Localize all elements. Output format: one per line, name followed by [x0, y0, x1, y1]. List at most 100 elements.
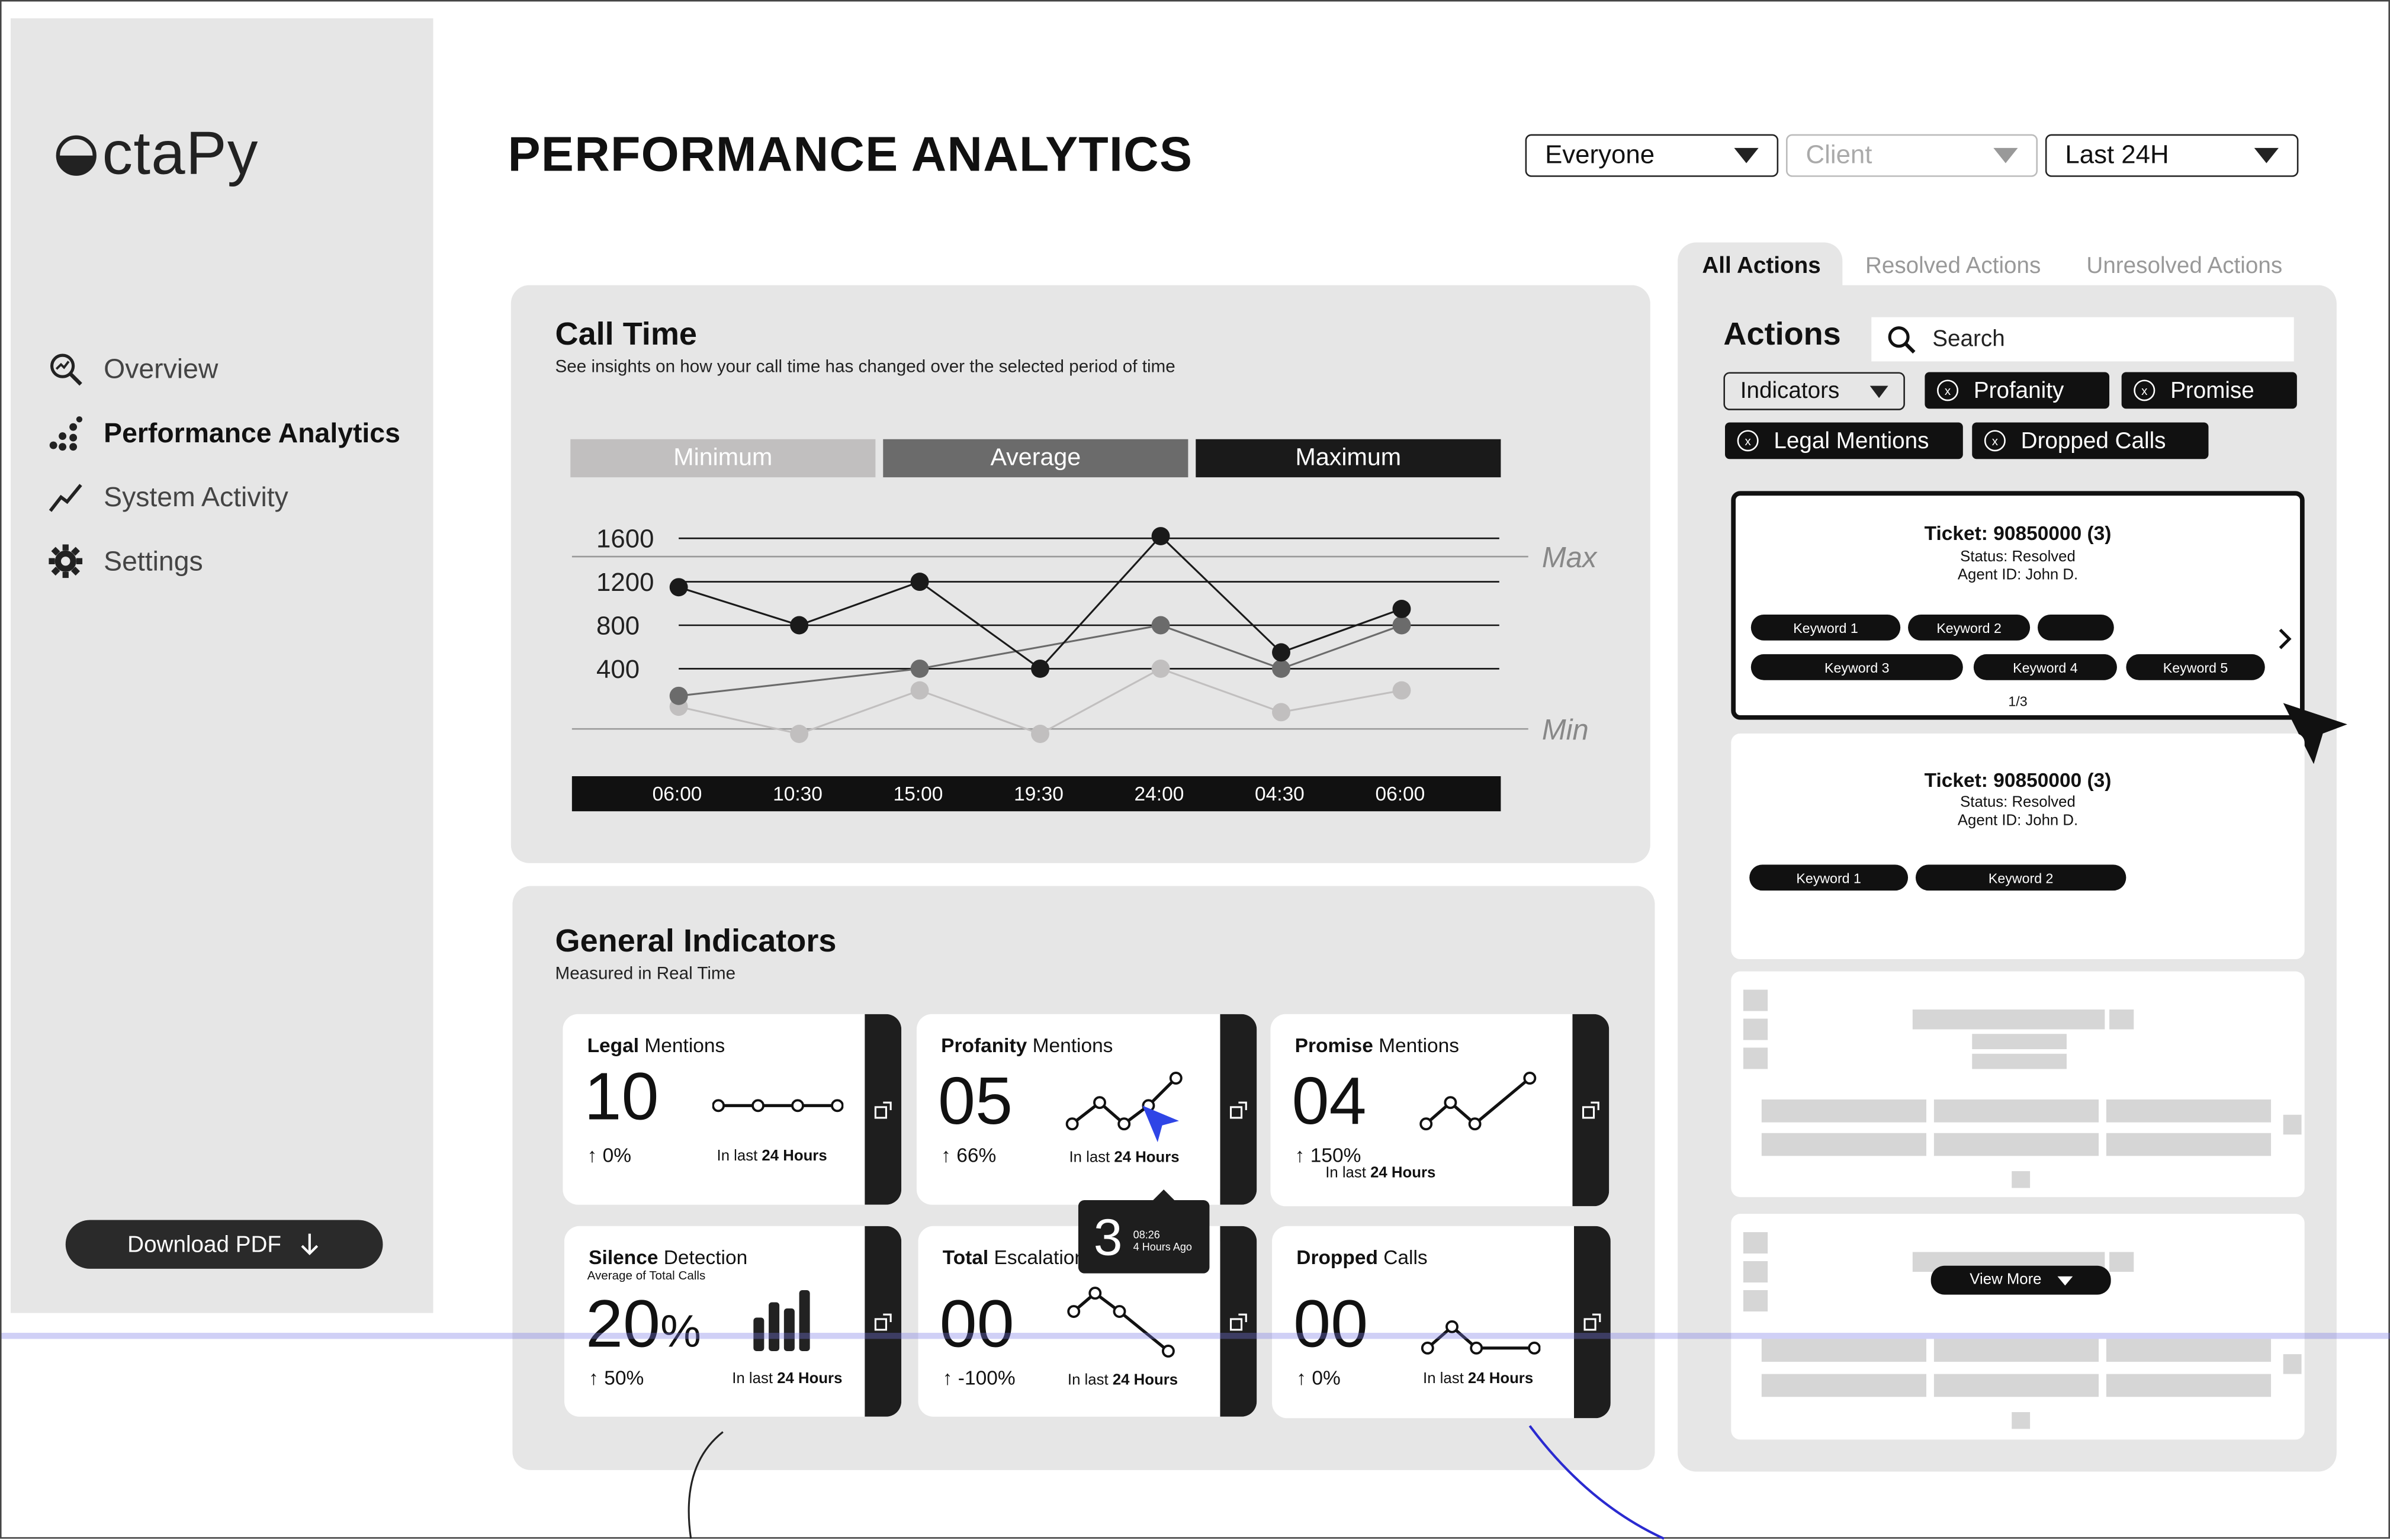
page-title: PERFORMANCE ANALYTICS	[507, 126, 1193, 182]
expand-icon	[1229, 1101, 1247, 1118]
keyword-tag[interactable]: Keyword 2	[1915, 864, 2126, 891]
ticket-status: Status: Resolved	[1960, 794, 2076, 812]
indicator-promise-mentions[interactable]: Promise Mentions 04 ↑ 150% In last 24 Ho…	[1270, 1014, 1610, 1207]
remove-chip-icon[interactable]: x	[1984, 430, 2006, 452]
legend-label: Maximum	[1295, 444, 1402, 471]
indicator-silence-detection[interactable]: Silence Detection Average of Total Calls…	[564, 1226, 902, 1417]
ticket-card[interactable]: Ticket: 90850000 (3) Status: Resolved Ag…	[1731, 491, 2305, 720]
keyword-tag[interactable]: Keyword 2	[1908, 614, 2031, 641]
indicator-change: ↑ 150%	[1294, 1143, 1361, 1167]
card-expand-strip[interactable]	[1574, 1226, 1611, 1419]
card-expand-strip[interactable]	[865, 1226, 902, 1417]
download-pdf-button[interactable]: Download PDF	[65, 1220, 383, 1269]
select-value: Last 24H	[2065, 140, 2169, 169]
data-point	[1272, 659, 1290, 678]
keyword-tag[interactable]: Keyword 5	[2126, 654, 2265, 680]
tab-resolved-actions[interactable]: Resolved Actions	[1865, 253, 2041, 279]
indicators-select[interactable]: Indicators	[1723, 372, 1905, 410]
select-value: Indicators	[1740, 378, 1840, 404]
data-point	[669, 686, 688, 705]
remove-chip-icon[interactable]: x	[1737, 430, 1759, 452]
indicator-legal-mentions[interactable]: Legal Mentions 10 ↑ 0% In last 24 Hours	[563, 1014, 902, 1205]
keyword-tag[interactable]: Keyword 1	[1749, 864, 1909, 891]
sparkline-escalation	[1067, 1287, 1175, 1358]
select-value: Everyone	[1545, 140, 1655, 169]
data-point	[1272, 703, 1290, 722]
brand-logo[interactable]: ctaPy	[53, 120, 259, 189]
indicator-value: 05	[937, 1064, 1013, 1139]
arrow-up-icon: ↑	[1296, 1366, 1307, 1390]
filter-client-select[interactable]: Client	[1786, 134, 2038, 177]
actions-search[interactable]: Search	[1871, 317, 2294, 362]
card-expand-strip[interactable]	[865, 1014, 902, 1205]
actions-title: Actions	[1723, 317, 1841, 352]
nav-item-performance-analytics[interactable]: Performance Analytics	[47, 415, 400, 452]
tab-all-actions[interactable]: All Actions	[1702, 253, 1820, 279]
view-more-label: View More	[1970, 1272, 2042, 1289]
keyword-tag[interactable]: Keyword 4	[1973, 654, 2117, 680]
ticket-status: Status: Resolved	[1960, 549, 2076, 566]
bar-chart-icon	[753, 1290, 810, 1351]
data-point	[1392, 600, 1411, 618]
sparkline-flat	[712, 1099, 844, 1113]
call-time-chart: 1600 1200 800 400 Max Min 06:00 10:30 15:00 19:30…	[571, 525, 1598, 812]
chip-profanity[interactable]: x Profanity	[1925, 372, 2110, 409]
tooltip-arrow	[1151, 1189, 1176, 1202]
arrow-down-icon	[301, 1233, 319, 1256]
indicator-title: Profanity Mentions	[941, 1034, 1113, 1057]
caret-down-icon	[1993, 147, 2018, 163]
keyword-tag[interactable]: Keyword 1	[1750, 614, 1901, 641]
legend-minimum[interactable]: Minimum	[570, 439, 876, 478]
nav-item-settings[interactable]: Settings	[47, 543, 203, 580]
ticket-title: Ticket: 90850000 (3)	[1924, 769, 2112, 792]
chevron-right-icon[interactable]	[2276, 627, 2294, 651]
card-expand-strip[interactable]	[1220, 1226, 1257, 1417]
nav-item-system-activity[interactable]: System Activity	[47, 479, 288, 516]
nav-item-overview[interactable]: Overview	[47, 351, 218, 387]
tab-unresolved-actions[interactable]: Unresolved Actions	[2086, 253, 2282, 279]
guide-line	[1, 1333, 2390, 1339]
data-point	[1031, 725, 1050, 743]
filter-period-select[interactable]: Last 24H	[2045, 134, 2299, 177]
data-point	[1392, 616, 1411, 635]
indicator-profanity-mentions[interactable]: Profanity Mentions 05 ↑ 66% In last 24 H…	[916, 1014, 1257, 1205]
search-placeholder: Search	[1932, 326, 2005, 352]
remove-chip-icon[interactable]: x	[2134, 380, 2156, 401]
ticket-card[interactable]: Ticket: 90850000 (3) Status: Resolved Ag…	[1731, 733, 2305, 960]
x-tick-label: 24:00	[1135, 783, 1184, 805]
keyword-tag[interactable]	[2038, 614, 2114, 641]
search-icon	[1888, 325, 1916, 353]
arrow-up-icon: ↑	[942, 1366, 953, 1390]
ticket-skeleton	[1731, 1214, 2305, 1440]
view-more-button[interactable]: View More	[1930, 1265, 2111, 1295]
indicator-title: Legal Mentions	[587, 1034, 725, 1057]
y-tick-label: 800	[596, 611, 640, 640]
indicator-value: 10	[584, 1060, 659, 1135]
indicator-change: ↑ 50%	[589, 1366, 644, 1390]
keyword-tag[interactable]: Keyword 3	[1750, 654, 1963, 680]
legend-average[interactable]: Average	[883, 439, 1188, 478]
nav-label: Performance Analytics	[104, 417, 400, 448]
indicator-title: Dropped Calls	[1296, 1246, 1428, 1269]
card-expand-strip[interactable]	[1572, 1014, 1610, 1207]
filter-audience-select[interactable]: Everyone	[1525, 134, 1779, 177]
trend-line-icon	[49, 484, 82, 512]
indicator-change: ↑ 66%	[941, 1143, 997, 1167]
legend-maximum[interactable]: Maximum	[1196, 439, 1501, 478]
ticket-title: Ticket: 90850000 (3)	[1924, 521, 2112, 545]
indicator-footnote: In last 24 Hours	[732, 1371, 843, 1388]
reference-label: Min	[1542, 714, 1589, 746]
expand-icon	[874, 1313, 892, 1330]
data-point	[910, 681, 929, 700]
x-tick-label: 04:30	[1255, 783, 1305, 805]
chip-dropped-calls[interactable]: x Dropped Calls	[1972, 422, 2209, 459]
chip-legal-mentions[interactable]: x Legal Mentions	[1725, 422, 1963, 459]
indicator-footnote: In last 24 Hours	[1069, 1150, 1180, 1167]
download-label: Download PDF	[127, 1231, 282, 1258]
call-time-subtitle: See insights on how your call time has c…	[555, 358, 1175, 377]
card-expand-strip[interactable]	[1220, 1014, 1257, 1205]
remove-chip-icon[interactable]: x	[1937, 380, 1959, 401]
indicator-dropped-calls[interactable]: Dropped Calls 00 ↑ 0% In last 24 Hours	[1272, 1226, 1611, 1419]
indicator-value: 04	[1292, 1064, 1367, 1139]
chip-promise[interactable]: x Promise	[2121, 372, 2297, 409]
